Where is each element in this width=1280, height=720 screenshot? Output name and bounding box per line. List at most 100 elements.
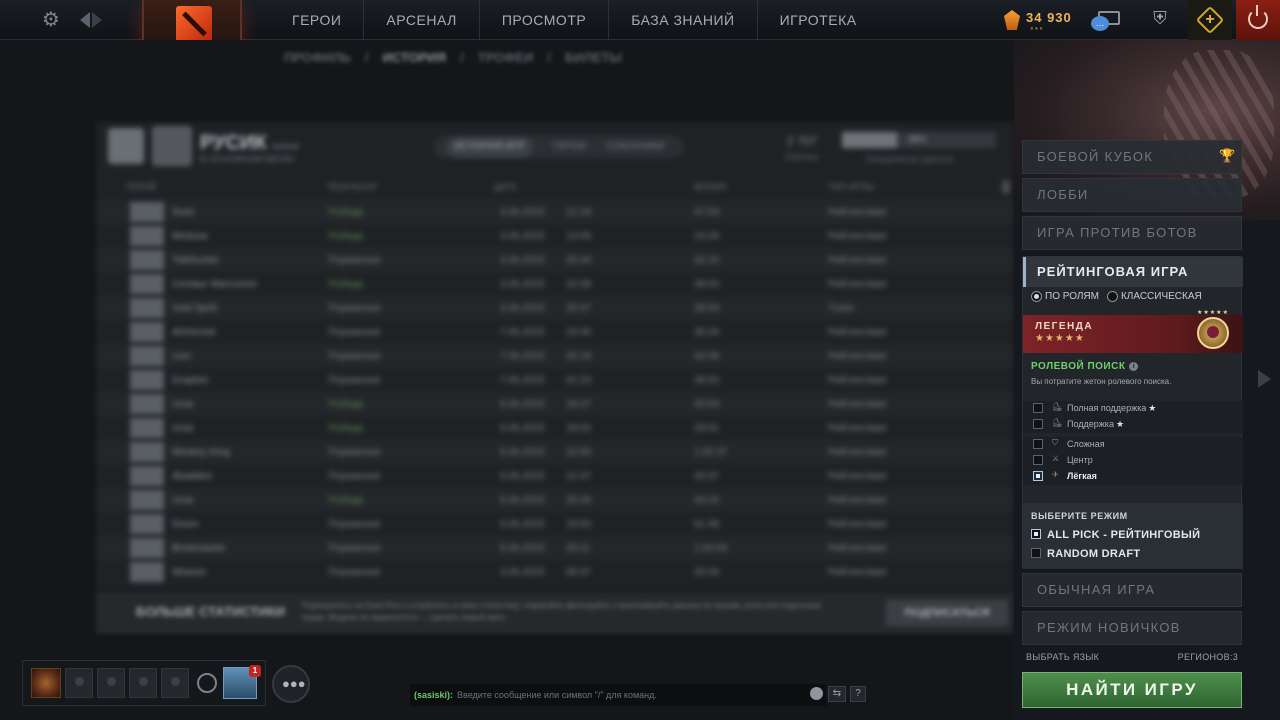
radio-classic[interactable]: КЛАССИЧЕСКАЯ	[1106, 291, 1202, 302]
table-row[interactable]: Abaddon Поражение 5.06.2023 21:47 43:37 Рейти…	[96, 464, 1014, 488]
shard-icon	[1004, 10, 1020, 30]
progress-fill	[842, 132, 898, 148]
role-label: Центр	[1067, 455, 1093, 465]
table-row[interactable]: Lion Поражение 7.06.2023 02:19 42:09 Рейтинго…	[96, 344, 1014, 368]
newbie-mode-button[interactable]: РЕЖИМ НОВИЧКОВ	[1022, 611, 1242, 645]
table-header: ГЕРОЙ РЕЗУЛЬТАТ ДАТА ВРЕМЯ ТИП ИГРЫ	[96, 178, 1014, 198]
table-row[interactable]: Weaver Поражение 3.06.2023 06:37 33:34 Рейтин…	[96, 560, 1014, 584]
table-row[interactable]: Ursa Победа 5.06.2023 20:29 43:16 Рейтинговая	[96, 488, 1014, 512]
nav-heroes[interactable]: ГЕРОИ	[270, 0, 365, 40]
col-result[interactable]: РЕЗУЛЬТАТ	[328, 182, 377, 192]
party-slot[interactable]	[97, 668, 125, 698]
table-row[interactable]: Ursa Победа 6.06.2023 18:02 29:51 Рейтинговая	[96, 416, 1014, 440]
shards-dots: ●●●	[1030, 26, 1044, 32]
hero-name: Ursa	[172, 399, 194, 410]
back-arrow-icon[interactable]	[80, 12, 90, 28]
lobby-button[interactable]: ЛОББИ	[1022, 178, 1242, 212]
col-game-type[interactable]: ТИП ИГРЫ	[828, 182, 874, 192]
info-icon[interactable]: i	[1129, 362, 1139, 371]
ranked-type-radios: ПО РОЛЯМ КЛАССИЧЕСКАЯ	[1031, 291, 1202, 302]
battle-cup-button[interactable]: БОЕВОЙ КУБОК 🏆	[1022, 140, 1242, 174]
role-icon: ✈	[1052, 470, 1059, 479]
col-hero[interactable]: ГЕРОЙ	[126, 182, 156, 192]
match-result: Поражение	[328, 567, 381, 578]
table-row[interactable]: Medusa Победа 4.06.2023 14:05 24:29 Рейтингов…	[96, 224, 1014, 248]
nav-watch[interactable]: ПРОСМОТР	[480, 0, 610, 40]
col-duration[interactable]: ВРЕМЯ	[694, 182, 726, 192]
tab-match-history[interactable]: ИСТОРИЯ ИГР	[446, 136, 533, 158]
player-name: РУСИК Icelord	[200, 132, 299, 154]
checkbox[interactable]	[1031, 548, 1041, 558]
table-row[interactable]: Brewmaster Поражение 5.06.2023 03:11 1:04:03…	[96, 536, 1014, 560]
match-time: 18:02	[566, 423, 592, 434]
bots-button[interactable]: ИГРА ПРОТИВ БОТОВ	[1022, 216, 1242, 250]
checkbox[interactable]	[1033, 471, 1043, 481]
checkbox[interactable]	[1033, 403, 1043, 413]
help-icon[interactable]: ?	[850, 686, 866, 702]
table-row[interactable]: Alchemist Поражение 7.06.2023 23:45 39:26 Рей…	[96, 320, 1014, 344]
subscribe-button[interactable]: ПОДПИСАТЬСЯ	[886, 600, 1008, 626]
chat-tools-icon[interactable]: ⇆	[828, 686, 846, 702]
checkbox[interactable]	[1033, 419, 1043, 429]
party-slot[interactable]	[161, 668, 189, 698]
match-date: 4.06.2023	[500, 207, 545, 218]
settings-gear-icon[interactable]: ⚙	[40, 9, 62, 31]
forward-arrow-icon[interactable]	[92, 12, 102, 28]
emoji-icon[interactable]	[810, 687, 823, 700]
radio-by-roles[interactable]: ПО РОЛЯМ	[1031, 291, 1099, 302]
role-option[interactable]: ⛉ Сложная	[1023, 437, 1243, 453]
party-slot[interactable]	[129, 668, 157, 698]
checkbox[interactable]	[1033, 439, 1043, 449]
role-icon: ⛸	[1052, 418, 1063, 427]
table-row[interactable]: Tidehunter Поражение 4.06.2023 00:44 32:15 Ре…	[96, 248, 1014, 272]
checkbox[interactable]	[1031, 529, 1041, 539]
party-slot[interactable]	[65, 668, 93, 698]
hero-portrait	[130, 274, 164, 294]
table-row[interactable]: Ursa Победа 6.06.2023 19:27 40:53 Рейтинговая	[96, 392, 1014, 416]
nav-learn[interactable]: БАЗА ЗНАНИЙ	[609, 0, 758, 40]
col-date[interactable]: ДАТА	[494, 182, 517, 192]
mode-all-pick[interactable]: ALL PICK - РЕЙТИНГОВЫЙ	[1031, 529, 1200, 541]
checkbox[interactable]	[1033, 455, 1043, 465]
table-row[interactable]: Grapher Поражение 7.06.2023 01:23 38:53 Рейти…	[96, 368, 1014, 392]
tab-allies[interactable]: СОЮЗНИКИ	[606, 136, 664, 158]
match-time: 22:39	[566, 279, 592, 290]
hero-name: Grapher	[172, 375, 209, 386]
armory-shield-icon[interactable]: ⛨	[1146, 8, 1174, 32]
table-row[interactable]: Sven Победа 4.06.2023 21:18 47:53 Рейтинговая	[96, 200, 1014, 224]
headset-icon[interactable]	[197, 673, 217, 693]
role-option[interactable]: ✈ Лёгкая	[1023, 469, 1243, 485]
ranked-title[interactable]: РЕЙТИНГОВАЯ ИГРА	[1023, 257, 1243, 287]
friends-button[interactable]: ●●●	[272, 665, 310, 703]
avatar[interactable]	[31, 668, 61, 698]
tab-trophies[interactable]: ТРОФЕИ	[478, 50, 534, 65]
nav-arcade[interactable]: ИГРОТЕКА	[758, 0, 879, 40]
match-date: 6.06.2023	[500, 399, 545, 410]
exit-button[interactable]	[1236, 0, 1280, 40]
shards-counter[interactable]: 34 930 ●●●	[1004, 8, 1084, 34]
normal-game-button[interactable]: ОБЫЧНАЯ ИГРА	[1022, 573, 1242, 607]
chat-input[interactable]: (sasiski): Введите сообщение или символ "…	[410, 684, 826, 706]
chat-button[interactable]: …	[1090, 8, 1120, 34]
find-game-button[interactable]: НАЙТИ ИГРУ	[1022, 672, 1242, 708]
expand-arrow-icon[interactable]	[1258, 370, 1271, 388]
match-time: 03:11	[566, 543, 591, 554]
scrollbar[interactable]	[1002, 180, 1010, 194]
tab-heroes[interactable]: ГЕРОИ	[553, 136, 587, 158]
table-row[interactable]: Centaur Warrunner Победа 3.06.2023 22:39 38:…	[96, 272, 1014, 296]
role-option[interactable]: ⛸ Поддержка ★	[1023, 417, 1243, 433]
mode-random-draft[interactable]: RANDOM DRAFT	[1031, 548, 1140, 560]
tab-history[interactable]: ИСТОРИЯ	[383, 50, 447, 65]
nav-armory[interactable]: АРСЕНАЛ	[364, 0, 480, 40]
regions-select[interactable]: РЕГИОНОВ:3	[1178, 652, 1238, 662]
role-option[interactable]: ⚔ Центр	[1023, 453, 1243, 469]
table-row[interactable]: Monkey King Поражение 5.06.2023 22:55 1:02:3…	[96, 440, 1014, 464]
role-option[interactable]: ⛸ Полная поддержка ★	[1023, 401, 1243, 417]
tab-tickets[interactable]: БИЛЕТЫ	[565, 50, 622, 65]
mode-select: ВЫБЕРИТЕ РЕЖИМ ALL PICK - РЕЙТИНГОВЫЙ RA…	[1023, 503, 1243, 569]
language-select[interactable]: ВЫБРАТЬ ЯЗЫК	[1026, 652, 1099, 662]
tab-profile[interactable]: ПРОФИЛЬ	[284, 50, 351, 65]
dota-plus-button[interactable]: +	[1188, 0, 1232, 40]
table-row[interactable]: Doom Поражение 5.06.2023 19:53 51:48 Рейтинго…	[96, 512, 1014, 536]
table-row[interactable]: Void Spirit Поражение 3.06.2023 20:37 28:53 T…	[96, 296, 1014, 320]
